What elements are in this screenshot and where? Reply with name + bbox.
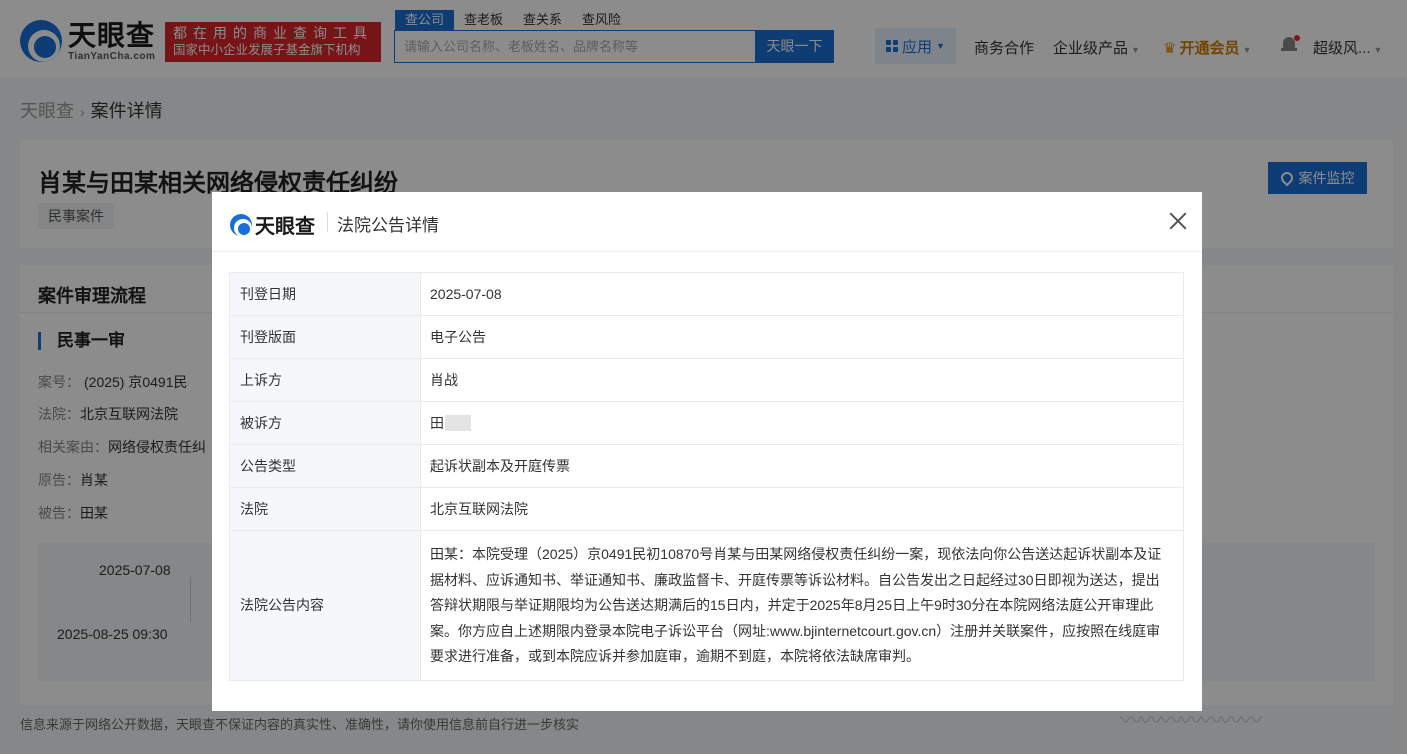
row-label: 刊登版面 (229, 315, 421, 359)
row-value: 起诉状副本及开庭传票 (420, 444, 1184, 488)
row-value: 电子公告 (420, 315, 1184, 359)
modal-logo: 天眼查 (230, 210, 315, 239)
table-row: 上诉方 肖战 (229, 358, 1184, 402)
redacted-blur (445, 415, 471, 431)
close-icon[interactable] (1167, 210, 1189, 232)
row-value-cell: 田 (420, 401, 1184, 445)
tianyancha-logo-icon (230, 213, 252, 236)
table-row: 公告类型 起诉状副本及开庭传票 (229, 444, 1184, 488)
row-value: 肖战 (420, 358, 1184, 402)
row-label: 被诉方 (229, 401, 421, 445)
modal-header-divider (327, 212, 328, 232)
court-notice-modal: 天眼查 法院公告详情 刊登日期 2025-07-08 刊登版面 电子公告 上诉方… (212, 192, 1202, 711)
modal-logo-text: 天眼查 (255, 216, 315, 238)
table-row: 刊登版面 电子公告 (229, 315, 1184, 359)
row-label: 法院 (229, 487, 421, 531)
table-row: 法院 北京互联网法院 (229, 487, 1184, 531)
row-label: 公告类型 (229, 444, 421, 488)
row-value: 田 (430, 415, 444, 431)
row-value: 北京互联网法院 (420, 487, 1184, 531)
notice-content: 田某：本院受理（2025）京0491民初10870号肖某与田某网络侵权责任纠纷一… (420, 530, 1184, 681)
row-label: 上诉方 (229, 358, 421, 402)
table-row: 被诉方 田 (229, 401, 1184, 445)
modal-header: 天眼查 法院公告详情 (212, 192, 1202, 252)
table-row: 法院公告内容 田某：本院受理（2025）京0491民初10870号肖某与田某网络… (229, 530, 1184, 681)
row-label: 法院公告内容 (229, 530, 421, 681)
row-label: 刊登日期 (229, 272, 421, 316)
notice-detail-table: 刊登日期 2025-07-08 刊登版面 电子公告 上诉方 肖战 被诉方 田 公… (229, 272, 1184, 681)
table-row: 刊登日期 2025-07-08 (229, 272, 1184, 316)
row-value: 2025-07-08 (420, 272, 1184, 316)
modal-title: 法院公告详情 (337, 216, 439, 235)
